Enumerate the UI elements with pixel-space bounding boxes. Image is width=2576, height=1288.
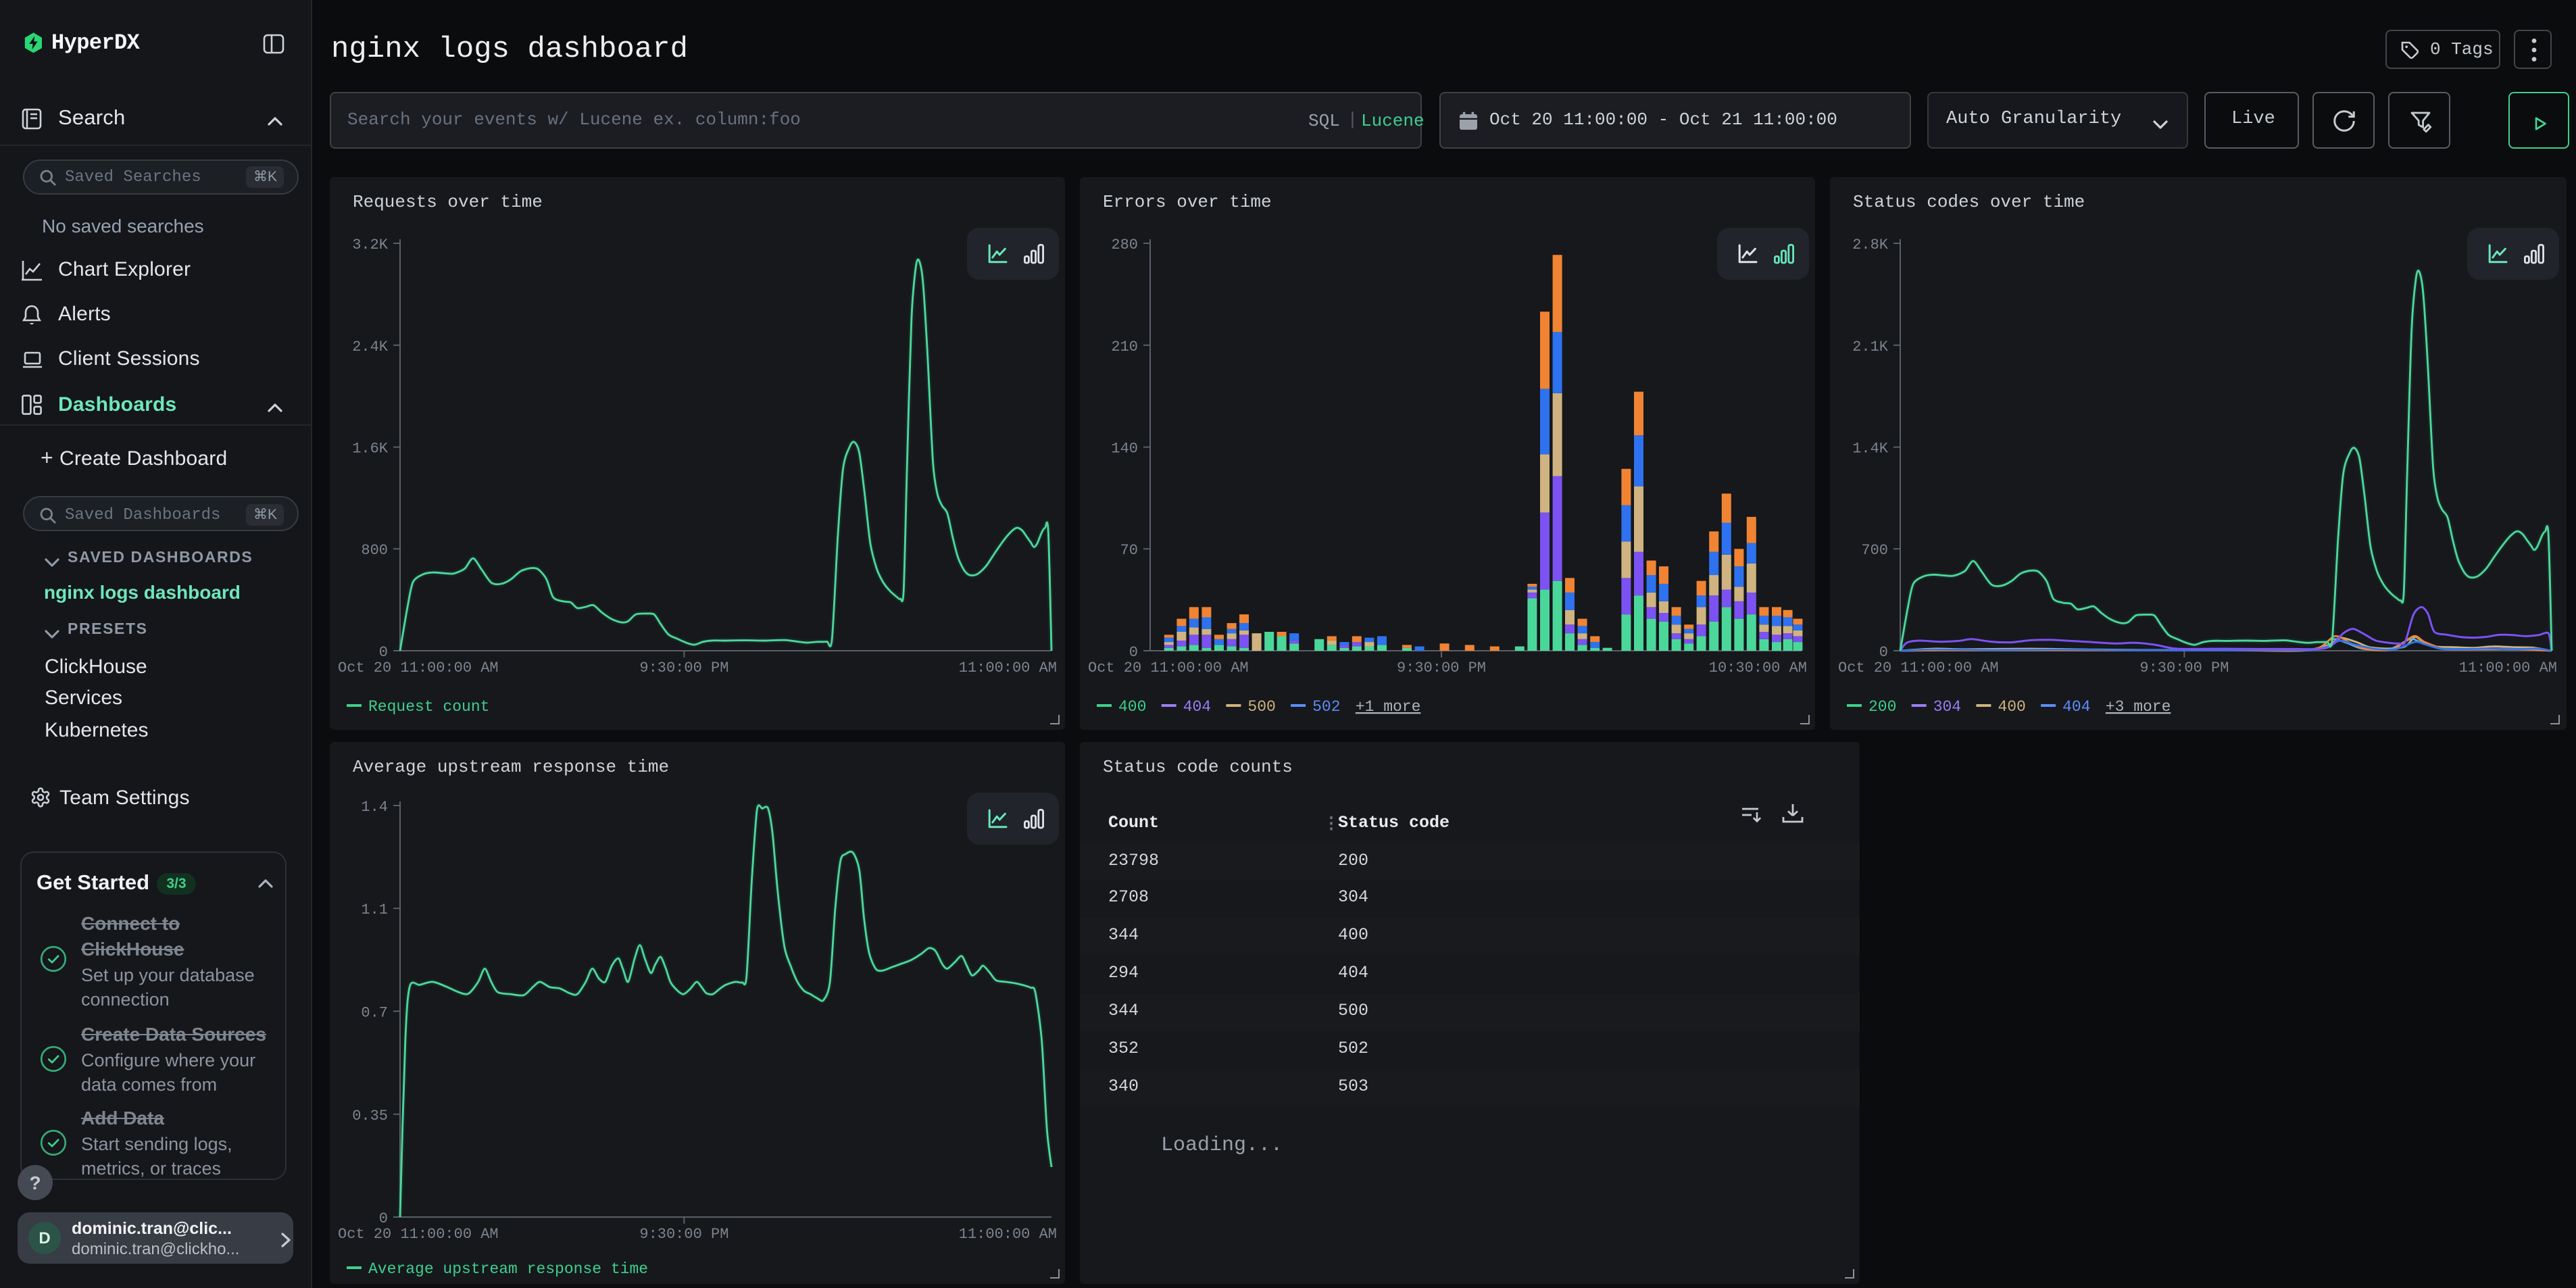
svg-text:Oct 20 11:00:00 AM: Oct 20 11:00:00 AM [1088,659,1249,676]
svg-text:0: 0 [1879,643,1888,660]
svg-text:70: 70 [1120,541,1138,558]
svg-text:Average upstream response time: Average upstream response time [368,1260,648,1278]
svg-text:404: 404 [2062,697,2090,715]
svg-text:2.8K: 2.8K [1852,236,1889,253]
svg-text:1.6K: 1.6K [352,440,389,457]
svg-text:0.7: 0.7 [361,1004,388,1021]
svg-text:Oct 20 11:00:00 AM: Oct 20 11:00:00 AM [338,659,499,676]
svg-text:404: 404 [1183,697,1211,715]
svg-text:9:30:00 PM: 9:30:00 PM [1397,659,1486,676]
svg-text:0: 0 [379,643,388,660]
svg-text:210: 210 [1111,338,1138,355]
svg-text:0.35: 0.35 [352,1108,388,1124]
svg-text:200: 200 [1868,697,1896,715]
svg-text:9:30:00 PM: 9:30:00 PM [639,659,728,676]
svg-text:1.4K: 1.4K [1852,440,1889,457]
svg-text:2.1K: 2.1K [1852,338,1889,355]
svg-text:140: 140 [1111,440,1138,457]
svg-text:Oct 20 11:00:00 AM: Oct 20 11:00:00 AM [338,1226,499,1243]
svg-text:11:00:00 AM: 11:00:00 AM [959,1226,1057,1243]
svg-text:Oct 20 11:00:00 AM: Oct 20 11:00:00 AM [1838,659,1999,676]
svg-text:0: 0 [1129,643,1138,660]
svg-text:11:00:00 AM: 11:00:00 AM [2459,659,2557,676]
svg-text:0: 0 [379,1210,388,1227]
svg-text:304: 304 [1933,697,1961,715]
svg-text:280: 280 [1111,236,1138,253]
svg-text:9:30:00 PM: 9:30:00 PM [2139,659,2229,676]
svg-text:+1 more: +1 more [1356,697,1421,715]
svg-text:1.1: 1.1 [361,901,388,918]
svg-text:3.2K: 3.2K [352,236,389,253]
svg-text:9:30:00 PM: 9:30:00 PM [639,1226,728,1243]
svg-text:10:30:00 AM: 10:30:00 AM [1709,659,1807,676]
svg-text:Request count: Request count [368,697,489,715]
svg-text:400: 400 [1118,697,1146,715]
svg-text:700: 700 [1861,541,1888,558]
svg-text:+3 more: +3 more [2106,697,2171,715]
svg-text:502: 502 [1312,697,1340,715]
svg-text:400: 400 [1998,697,2025,715]
svg-text:11:00:00 AM: 11:00:00 AM [959,659,1057,676]
svg-text:1.4: 1.4 [361,799,388,816]
svg-text:800: 800 [361,541,388,558]
svg-text:2.4K: 2.4K [352,338,389,355]
svg-text:500: 500 [1247,697,1275,715]
